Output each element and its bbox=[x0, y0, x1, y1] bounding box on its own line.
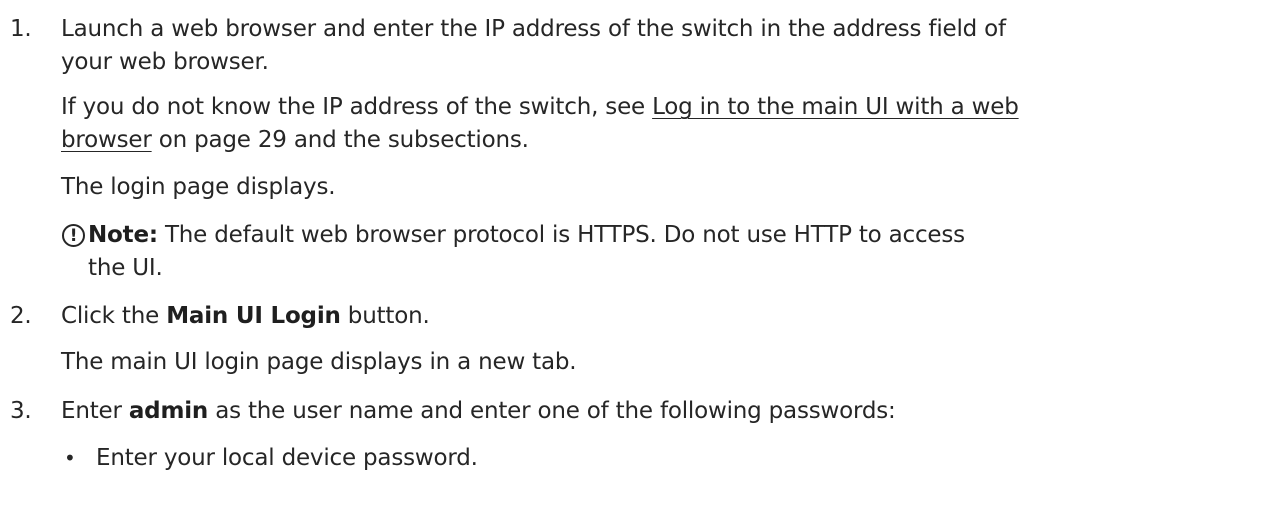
step-result: The main UI login page displays in a new… bbox=[61, 349, 577, 375]
username-value: admin bbox=[128, 398, 209, 424]
step-number: 3. bbox=[10, 398, 32, 424]
note-label: Note: bbox=[88, 222, 158, 248]
cross-reference-link[interactable]: browser bbox=[61, 127, 152, 153]
bullet-dot-icon: • bbox=[64, 446, 76, 470]
note-exclamation-icon: ! bbox=[62, 224, 85, 247]
step-number: 1. bbox=[10, 16, 32, 42]
paragraph-text: on page 29 and the subsections. bbox=[151, 127, 529, 153]
step-text: Enter admin as the user name and enter o… bbox=[61, 398, 896, 424]
note: Note: The default web browser protocol i… bbox=[88, 219, 965, 252]
step-text: Launch a web browser and enter the IP ad… bbox=[61, 16, 1006, 42]
step-number: 2. bbox=[10, 303, 32, 329]
step-paragraph: If you do not know the IP address of the… bbox=[61, 91, 1019, 124]
step-text: your web browser. bbox=[61, 49, 269, 75]
document-page: 1. Launch a web browser and enter the IP… bbox=[0, 0, 1272, 527]
ui-element-name: Main UI Login bbox=[166, 303, 341, 329]
bullet-item: Enter your local device password. bbox=[96, 445, 478, 471]
note-text: The default web browser protocol is HTTP… bbox=[157, 222, 965, 248]
cross-reference-link[interactable]: Log in to the main UI with a web bbox=[652, 94, 1019, 120]
step-result: The login page displays. bbox=[61, 174, 336, 200]
step-paragraph: browser on page 29 and the subsections. bbox=[61, 124, 529, 157]
note-text: the UI. bbox=[88, 255, 163, 281]
step-text: Click the Main UI Login button. bbox=[61, 303, 430, 329]
paragraph-text: If you do not know the IP address of the… bbox=[61, 94, 653, 120]
